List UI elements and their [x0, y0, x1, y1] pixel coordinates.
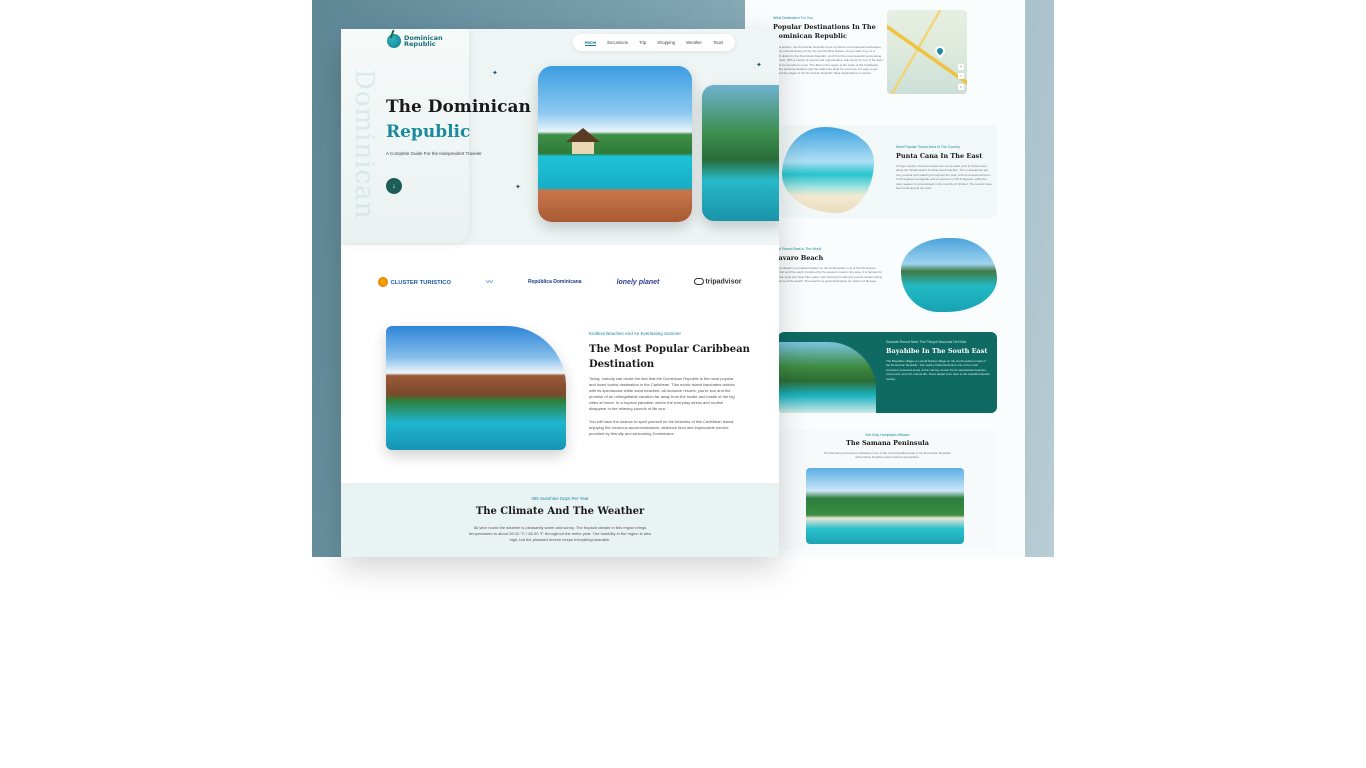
- secondary-page-mock: What Destination For You Popular Destina…: [745, 0, 1025, 557]
- hut-shape: [566, 128, 600, 156]
- bavaro-card[interactable]: Hotel Resort Best In The World Bavaro Be…: [773, 247, 883, 310]
- beaches-kicker: Endless Beaches And An Everlasting Summe…: [589, 331, 682, 336]
- bavaro-kicker: Hotel Resort Best In The World: [773, 247, 822, 251]
- hero-subtitle: A Complete Guide For the Independent Tra…: [386, 151, 482, 156]
- palm-logo-icon: [387, 34, 401, 48]
- nav-item-weather[interactable]: Weather: [686, 40, 702, 45]
- climate-title: The Climate And The Weather: [475, 506, 645, 517]
- intro-text: In this section, the Dominican Republic …: [773, 45, 883, 76]
- sparkle-icon: ✦: [515, 184, 521, 191]
- hero-title-line2: Republic: [386, 122, 471, 142]
- main-page-mock: Dominican Dominican Republic Home Excursi…: [341, 29, 779, 557]
- partner-republica-dominicana[interactable]: República Dominicana: [528, 279, 582, 285]
- samana-kicker: Not Only Humpback Whales: [865, 433, 910, 437]
- punta-cana-card[interactable]: Most Popular Tourist Area In The Country…: [778, 125, 997, 218]
- resort-pool-photo: [538, 66, 692, 222]
- beaches-paragraph-2: You will have the chance to spoil yourse…: [589, 419, 735, 436]
- nav-item-home[interactable]: Home: [584, 40, 597, 46]
- partner-cluster-turistico[interactable]: CLUSTER TURISTICO: [378, 277, 451, 287]
- nav-item-excursions[interactable]: Excursions: [607, 40, 627, 45]
- sparkle-icon: ✦: [492, 70, 498, 77]
- nav-item-shopping[interactable]: Shopping: [657, 40, 675, 45]
- climate-kicker: 365 Sunshine Days Per Year: [531, 496, 589, 501]
- sparkle-icon: ✦: [756, 62, 762, 69]
- climate-section: 365 Sunshine Days Per Year The Climate A…: [341, 483, 779, 557]
- location-map[interactable]: + − •: [887, 10, 967, 94]
- brand-logo[interactable]: Dominican Republic: [387, 34, 443, 48]
- hero-section: Dominican Dominican Republic Home Excursi…: [341, 29, 779, 245]
- punta-cana-kicker: Most Popular Tourist Area In The Country: [896, 145, 961, 149]
- palm-pool-photo: [702, 85, 779, 221]
- bayahibe-text: The Bayahibe village is a small fishing …: [886, 359, 990, 381]
- beaches-paragraph-1: Today, nobody can doubt the fact that th…: [589, 376, 735, 411]
- map-pin-icon[interactable]: [932, 43, 948, 59]
- hero-title-line1: The Dominican: [386, 97, 531, 117]
- samana-card[interactable]: Not Only Humpback Whales The Samana Peni…: [778, 430, 997, 550]
- punta-cana-photo: [782, 127, 874, 213]
- arrow-down-icon[interactable]: ↓: [386, 178, 402, 194]
- nav-item-trip[interactable]: Trip: [639, 40, 646, 45]
- destinations-intro: What Destination For You Popular Destina…: [773, 16, 883, 83]
- brand-watermark: Dominican: [349, 69, 379, 220]
- bavaro-text: Bavaro Beach is a coastal location on th…: [773, 266, 883, 284]
- bayahibe-card[interactable]: Seaside Resort Near The Parque Nacional …: [778, 332, 997, 413]
- intro-title: Popular Destinations In The Dominican Re…: [773, 23, 876, 40]
- locate-icon[interactable]: •: [958, 84, 964, 90]
- partner-logos: CLUSTER TURISTICO 〰 República Dominicana…: [341, 259, 779, 305]
- bayahibe-title: Bayahibe In The South East: [886, 347, 988, 355]
- punta-cana-title: Punta Cana In The East: [896, 152, 983, 160]
- nav-item-tours[interactable]: Tours: [713, 40, 723, 45]
- bavaro-photo: [901, 238, 997, 312]
- partner-palm-logo[interactable]: 〰: [486, 277, 493, 287]
- zoom-in-icon[interactable]: +: [958, 64, 964, 70]
- samana-text: The Samana peninsula is considered one o…: [823, 451, 952, 460]
- resort-courtyard-photo: [386, 326, 566, 450]
- bavaro-title: Bavaro Beach: [773, 254, 824, 262]
- partner-lonely-planet[interactable]: lonely planet: [617, 279, 660, 286]
- punta-cana-text: A huge number of tourist resorts are set…: [896, 164, 992, 191]
- samana-title: The Samana Peninsula: [846, 439, 929, 447]
- beaches-body: Today, nobody can doubt the fact that th…: [589, 376, 735, 444]
- owl-logo-icon: [694, 278, 705, 286]
- beaches-title: The Most Popular Caribbean Destination: [589, 344, 750, 370]
- climate-body: All year round the weather is pleasantly…: [468, 525, 652, 542]
- sun-logo-icon: [378, 277, 389, 287]
- zoom-out-icon[interactable]: −: [958, 73, 964, 79]
- intro-kicker: What Destination For You: [773, 16, 813, 20]
- main-nav: Home Excursions Trip Shopping Weather To…: [573, 34, 735, 51]
- brand-line2: Republic: [404, 40, 436, 48]
- bayahibe-photo: [778, 342, 876, 413]
- hero-title: The Dominican Republic: [386, 95, 531, 145]
- partner-tripadvisor[interactable]: tripadvisor: [694, 278, 742, 286]
- samana-photo: [806, 468, 964, 544]
- bayahibe-kicker: Seaside Resort Near The Parque Nacional …: [886, 340, 967, 344]
